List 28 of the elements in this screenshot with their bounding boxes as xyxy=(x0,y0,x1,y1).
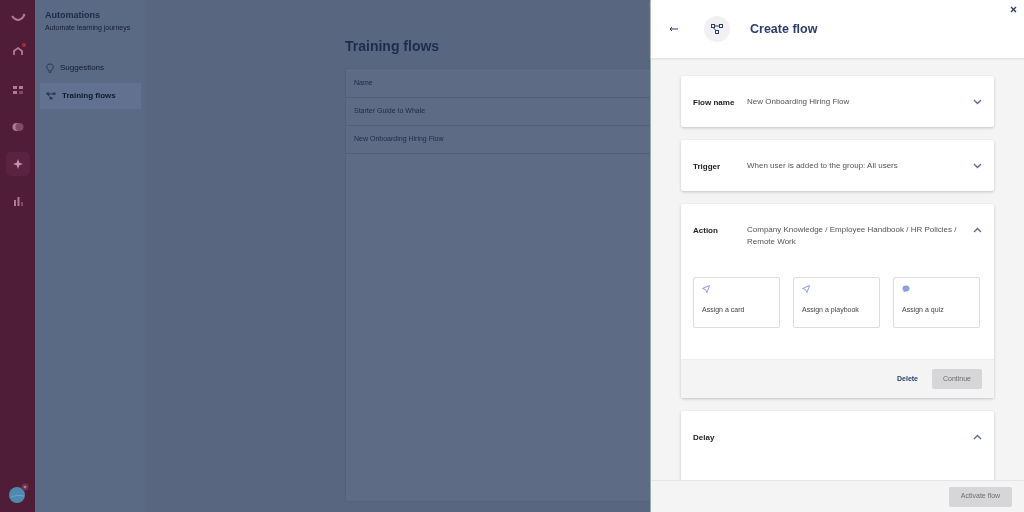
panel-title: Create flow xyxy=(750,20,818,38)
alert-dot xyxy=(21,43,26,47)
section-title: Automations xyxy=(45,9,101,22)
field-value: New Onboarding Hiring Flow xyxy=(747,96,851,108)
field-label: Flow name xyxy=(693,97,736,109)
grid-icon xyxy=(10,83,25,97)
paper-plane-icon xyxy=(802,285,810,293)
expand-button[interactable] xyxy=(973,163,982,169)
lightbulb-icon xyxy=(46,63,54,73)
contrast-icon xyxy=(10,120,25,134)
subnav-item[interactable]: Suggestions xyxy=(40,55,141,81)
paper-plane-icon xyxy=(702,285,710,293)
flow-icon xyxy=(704,16,730,42)
subnav-item[interactable]: Training flows xyxy=(40,83,141,109)
field-value: Company Knowledge / Employee Handbook / HR Policies / Remote Work xyxy=(747,224,958,248)
collapse-button[interactable] xyxy=(973,434,982,440)
collapse-button[interactable] xyxy=(973,227,982,233)
logo-icon xyxy=(9,13,26,23)
back-button[interactable] xyxy=(669,26,678,32)
expand-button[interactable] xyxy=(973,99,982,105)
flow-icon xyxy=(46,92,56,100)
field-label: Trigger xyxy=(693,161,722,173)
field-label: Delay xyxy=(693,432,716,444)
page-title: Training flows xyxy=(345,37,441,56)
field-value: When user is added to the group: All users xyxy=(747,160,899,172)
speech-bubble-icon xyxy=(902,285,910,293)
nav-rail-button[interactable] xyxy=(5,152,30,176)
field-label: Action xyxy=(693,225,719,237)
